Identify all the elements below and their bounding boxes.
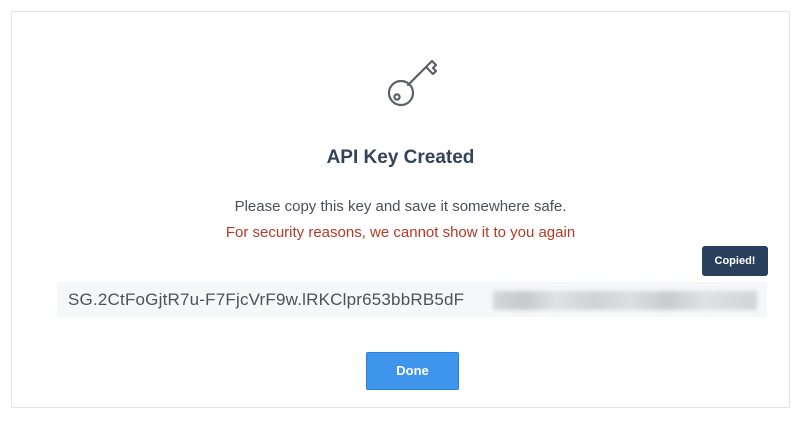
api-key-dialog: API Key Created Please copy this key and… (11, 11, 790, 408)
copied-tooltip: Copied! (702, 246, 768, 276)
api-key-redacted-blur (493, 291, 757, 310)
copy-instruction-text: Please copy this key and save it somewhe… (234, 198, 567, 215)
done-button[interactable]: Done (366, 352, 459, 390)
api-key-field[interactable]: SG.2CtFoGjtR7u-F7FjcVrF9w.lRKClpr653bbRB… (57, 282, 767, 317)
security-warning-text: For security reasons, we cannot show it … (225, 224, 576, 241)
api-key-text: SG.2CtFoGjtR7u-F7FjcVrF9w.lRKClpr653bbRB… (68, 290, 465, 309)
dialog-title: API Key Created (326, 147, 475, 168)
key-icon (387, 59, 438, 107)
